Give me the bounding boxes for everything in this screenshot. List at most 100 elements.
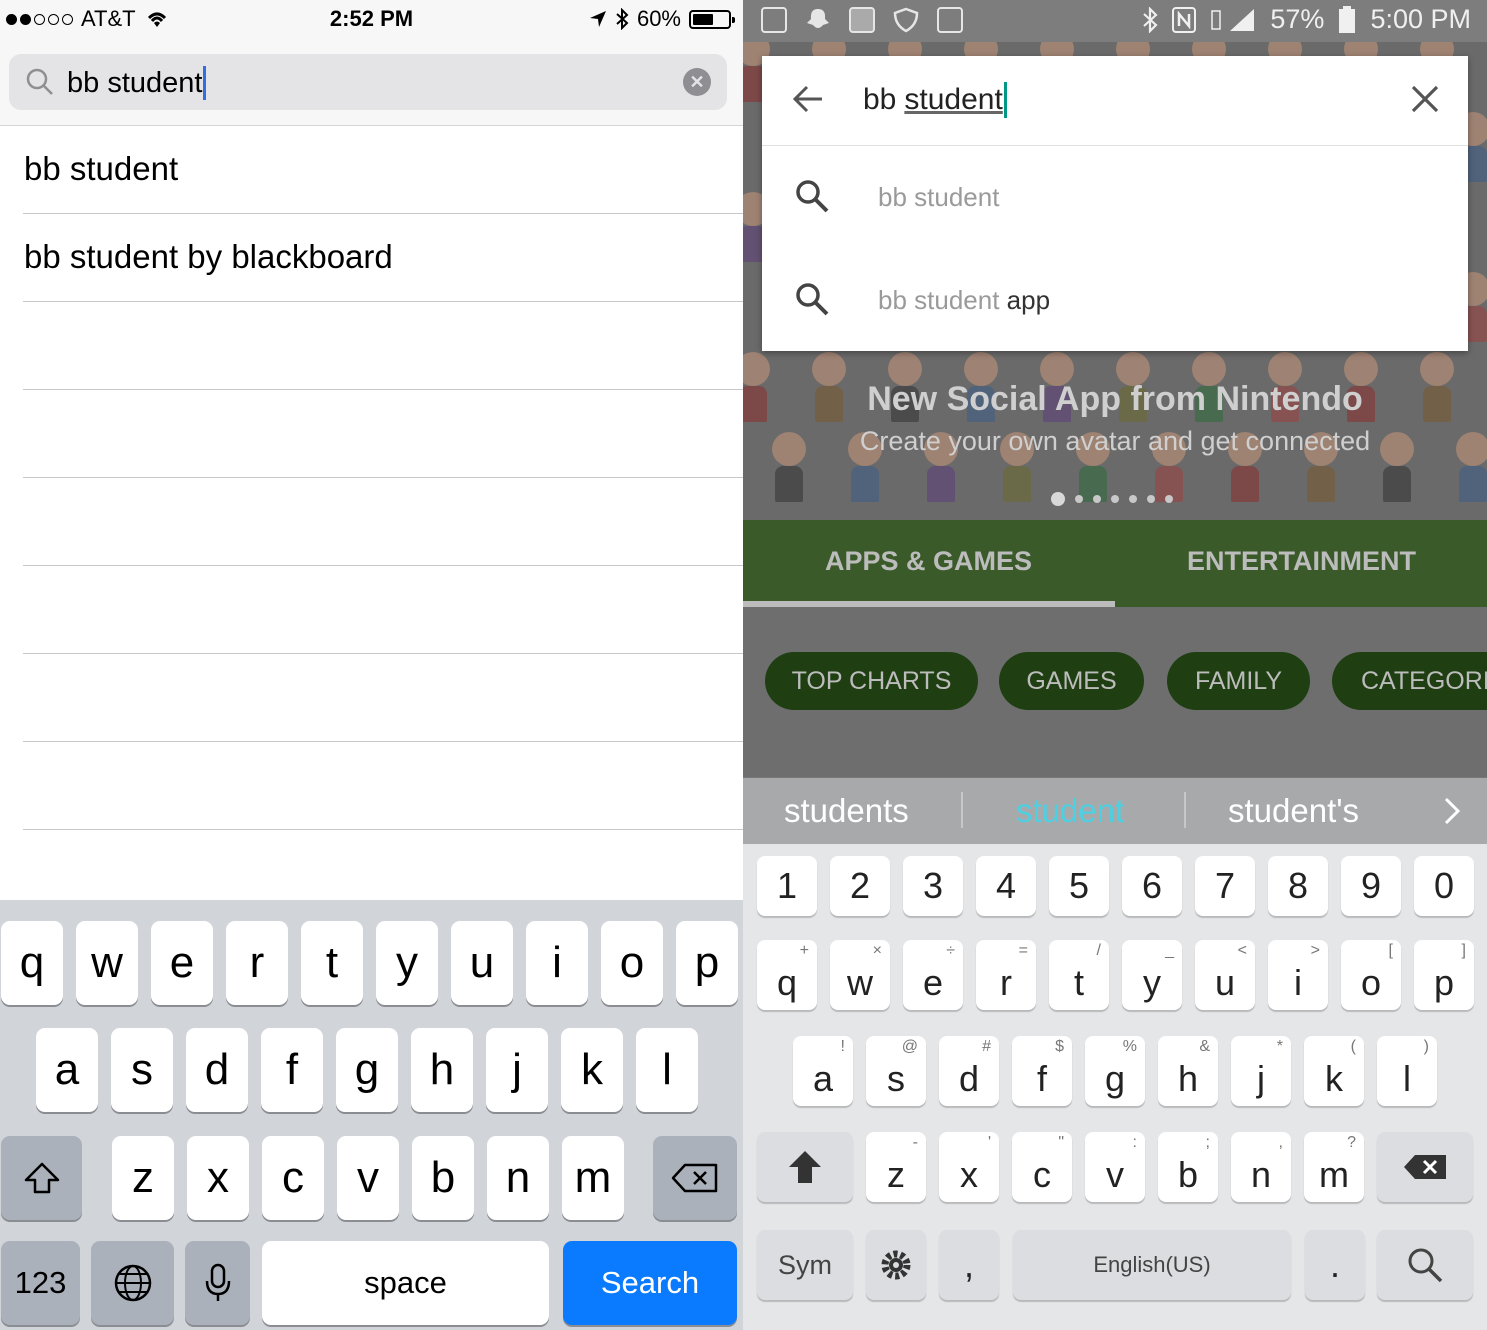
suggestion-item[interactable]: bb student app <box>762 251 1468 351</box>
key-v[interactable]: v <box>337 1136 399 1220</box>
microphone-key[interactable] <box>185 1241 250 1325</box>
key-g[interactable]: % g <box>1085 1036 1145 1106</box>
key-9[interactable]: 9 <box>1341 856 1401 916</box>
key-x[interactable]: x <box>187 1136 249 1220</box>
key-w[interactable]: w <box>76 921 138 1005</box>
globe-key[interactable] <box>91 1241 174 1325</box>
key-i[interactable]: i <box>526 921 588 1005</box>
key-i[interactable]: > i <box>1268 940 1328 1010</box>
key-t[interactable]: t <box>301 921 363 1005</box>
space-key[interactable]: space <box>262 1241 549 1325</box>
key-s[interactable]: @ s <box>866 1036 926 1106</box>
key-a[interactable]: a <box>36 1028 98 1112</box>
key-j[interactable]: j <box>486 1028 548 1112</box>
key-z[interactable]: -z <box>866 1132 926 1202</box>
key-l[interactable]: l <box>636 1028 698 1112</box>
list-item[interactable]: bb student <box>0 126 743 214</box>
key-p[interactable]: p <box>676 921 738 1005</box>
search-key[interactable] <box>1377 1230 1473 1300</box>
key-d[interactable]: d <box>186 1028 248 1112</box>
key-o[interactable]: o <box>601 921 663 1005</box>
sym-key[interactable]: Sym <box>757 1230 853 1300</box>
key-w[interactable]: × w <box>830 940 890 1010</box>
delete-key[interactable] <box>653 1136 737 1220</box>
chip-top-charts[interactable]: TOP CHARTS <box>765 652 978 710</box>
clear-icon[interactable]: ✕ <box>683 68 711 96</box>
key-f[interactable]: $ f <box>1012 1036 1072 1106</box>
key-c[interactable]: c <box>262 1136 324 1220</box>
ios-search-query[interactable]: bb student <box>67 67 202 100</box>
key-s[interactable]: s <box>111 1028 173 1112</box>
key-y[interactable]: _ y <box>1122 940 1182 1010</box>
ios-search-field[interactable]: bb student ✕ <box>9 54 727 110</box>
key-y[interactable]: y <box>376 921 438 1005</box>
key-h[interactable]: h <box>411 1028 473 1112</box>
key-b[interactable]: b <box>412 1136 474 1220</box>
search-key[interactable]: Search <box>563 1241 737 1325</box>
key-x[interactable]: ' x <box>939 1132 999 1202</box>
prediction-word[interactable]: students <box>784 792 909 830</box>
comma-key[interactable]: , <box>939 1230 999 1300</box>
key-0[interactable]: 0 <box>1414 856 1474 916</box>
key-8[interactable]: 8 <box>1268 856 1328 916</box>
key-k[interactable]: (k <box>1304 1036 1364 1106</box>
key-e[interactable]: e <box>151 921 213 1005</box>
key-4[interactable]: 4 <box>976 856 1036 916</box>
key-5[interactable]: 5 <box>1049 856 1109 916</box>
tab-entertainment[interactable]: ENTERTAINMENT <box>1187 546 1416 577</box>
prediction-word-selected[interactable]: student <box>1016 792 1124 830</box>
period-key[interactable]: . <box>1305 1230 1365 1300</box>
back-arrow-icon[interactable] <box>792 84 824 114</box>
ios-suggestion-list: bb student bb student by blackboard <box>0 126 743 918</box>
settings-key[interactable] <box>866 1230 926 1300</box>
numbers-key[interactable]: 123 <box>1 1241 80 1325</box>
key-u[interactable]: u <box>451 921 513 1005</box>
key-u[interactable]: < u <box>1195 940 1255 1010</box>
key-m[interactable]: ? m <box>1304 1132 1364 1202</box>
suggestion-item[interactable]: bb student <box>762 148 1468 248</box>
key-6[interactable]: 6 <box>1122 856 1182 916</box>
android-search-query[interactable]: bb student <box>863 82 1007 118</box>
key-m[interactable]: m <box>562 1136 624 1220</box>
close-icon[interactable] <box>1410 84 1440 114</box>
prediction-word[interactable]: student's <box>1228 792 1359 830</box>
key-h[interactable]: & h <box>1158 1036 1218 1106</box>
chip-games[interactable]: GAMES <box>999 652 1144 710</box>
shift-key[interactable] <box>1 1136 82 1220</box>
key-d[interactable]: # d <box>939 1036 999 1106</box>
key-k[interactable]: k <box>561 1028 623 1112</box>
key-q[interactable]: + q <box>757 940 817 1010</box>
key-a[interactable]: ! a <box>793 1036 853 1106</box>
key-t[interactable]: / t <box>1049 940 1109 1010</box>
key-r[interactable]: r <box>226 921 288 1005</box>
list-item[interactable]: bb student by blackboard <box>0 214 743 302</box>
chip-family[interactable]: FAMILY <box>1167 652 1310 710</box>
tab-apps-games[interactable]: APPS & GAMES <box>825 546 1032 577</box>
key-e[interactable]: ÷ e <box>903 940 963 1010</box>
key-n[interactable]: n <box>487 1136 549 1220</box>
chevron-right-icon[interactable] <box>1443 796 1461 826</box>
key-o[interactable]: [o <box>1341 940 1401 1010</box>
key-j[interactable]: * j <box>1231 1036 1291 1106</box>
key-p[interactable]: ] p <box>1414 940 1474 1010</box>
key-3[interactable]: 3 <box>903 856 963 916</box>
key-7[interactable]: 7 <box>1195 856 1255 916</box>
key-1[interactable]: 1 <box>757 856 817 916</box>
key-c[interactable]: " c <box>1012 1132 1072 1202</box>
key-2[interactable]: 2 <box>830 856 890 916</box>
key-r[interactable]: = r <box>976 940 1036 1010</box>
key-b[interactable]: ; b <box>1158 1132 1218 1202</box>
globe-icon <box>114 1264 151 1302</box>
key-z[interactable]: z <box>112 1136 174 1220</box>
key-v[interactable]: :v <box>1085 1132 1145 1202</box>
delete-key[interactable] <box>1377 1132 1473 1202</box>
chip-categories[interactable]: CATEGORI <box>1332 652 1487 710</box>
shift-key[interactable] <box>757 1132 853 1202</box>
key-q[interactable]: q <box>1 921 63 1005</box>
key-n[interactable]: ,n <box>1231 1132 1291 1202</box>
shift-icon <box>789 1151 821 1183</box>
key-g[interactable]: g <box>336 1028 398 1112</box>
key-f[interactable]: f <box>261 1028 323 1112</box>
space-key[interactable]: English(US) <box>1013 1230 1291 1300</box>
key-l[interactable]: ) l <box>1377 1036 1437 1106</box>
